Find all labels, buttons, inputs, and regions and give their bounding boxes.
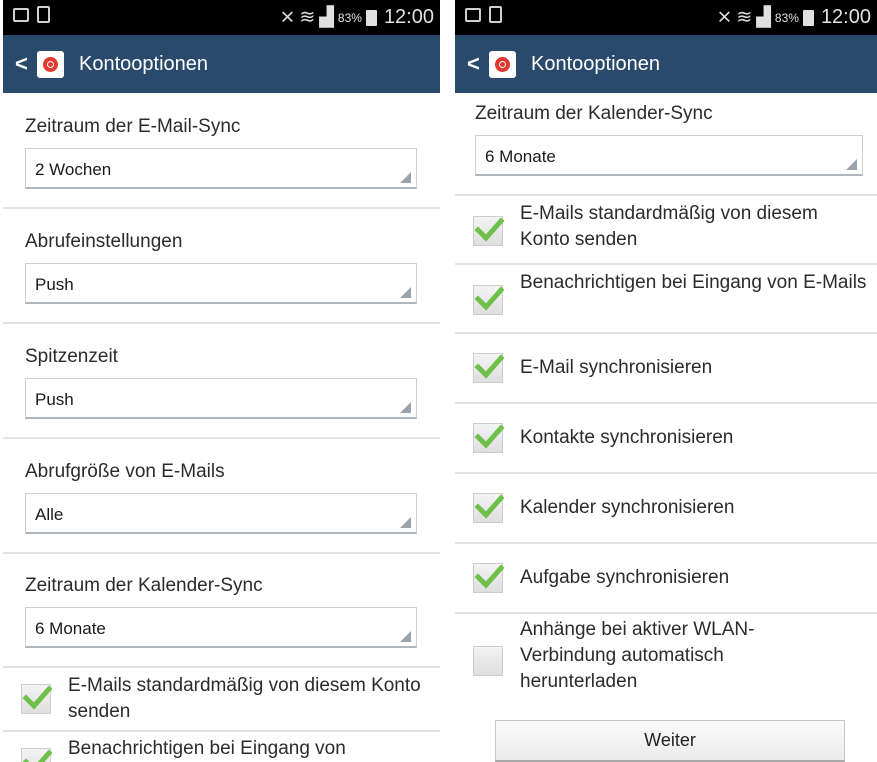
action-bar: < Kontooptionen xyxy=(455,35,877,93)
battery-icon xyxy=(365,9,377,26)
checkbox-label: Anhänge bei aktiver WLAN-Verbindung auto… xyxy=(520,619,755,692)
checkbox-label: Benachrichtigen bei Eingang von xyxy=(68,738,346,759)
fetch-settings-label: Abrufeinstellungen xyxy=(25,231,183,252)
check-icon xyxy=(474,217,504,242)
checkbox[interactable] xyxy=(21,684,52,714)
wifi-icon: ≋ xyxy=(299,7,316,28)
checkbox-row-notify[interactable]: Benachrichtigen bei Eingang von xyxy=(3,732,440,762)
checkbox-row-send-default[interactable]: E-Mails standardmäßig von diesem Konto s… xyxy=(3,668,440,730)
picture-icon xyxy=(465,8,481,22)
status-icons: ⨯ ≋ ▟ 83% 12:00 xyxy=(279,6,434,29)
checkbox-label: E-Mails standardmäßig von diesem Konto s… xyxy=(520,203,818,250)
calendar-sync-period-label: Zeitraum der Kalender-Sync xyxy=(25,575,263,596)
spinner-value: Alle xyxy=(35,505,64,524)
mute-icon: ⨯ xyxy=(716,7,733,28)
checkbox[interactable] xyxy=(21,748,52,762)
email-sync-period-spinner[interactable]: 2 Wochen xyxy=(25,148,417,189)
check-icon xyxy=(474,354,504,379)
checkbox-unchecked[interactable] xyxy=(473,646,503,676)
action-bar: < Kontooptionen xyxy=(3,35,440,93)
spinner-value: 6 Monate xyxy=(35,619,106,638)
notification-icons xyxy=(465,6,502,23)
signal-icon: ▟ xyxy=(756,7,771,28)
checkbox-row-sync-tasks[interactable]: Aufgabe synchronisieren xyxy=(455,544,877,612)
check-icon xyxy=(474,286,504,311)
status-icons: ⨯ ≋ ▟ 83% 12:00 xyxy=(716,6,871,29)
back-icon[interactable]: < xyxy=(467,51,483,77)
checkbox-row-notify[interactable]: Benachrichtigen bei Eingang von E-Mails xyxy=(455,265,877,332)
divider xyxy=(3,207,440,209)
clock: 12:00 xyxy=(820,6,871,28)
checkbox[interactable] xyxy=(473,493,504,523)
check-icon xyxy=(474,564,504,589)
divider xyxy=(3,322,440,324)
picture-icon xyxy=(13,8,29,22)
check-icon xyxy=(22,685,52,710)
email-fetch-size-spinner[interactable]: Alle xyxy=(25,493,417,534)
back-icon[interactable]: < xyxy=(15,51,31,77)
checkbox[interactable] xyxy=(473,423,504,453)
peak-time-spinner[interactable]: Push xyxy=(25,378,417,419)
document-icon xyxy=(37,6,50,23)
checkbox-label: Benachrichtigen bei Eingang von E-Mails xyxy=(520,272,867,293)
calendar-sync-period-label: Zeitraum der Kalender-Sync xyxy=(475,103,713,124)
phone-screen-left: ⨯ ≋ ▟ 83% 12:00 < Kontooptionen Zeitraum… xyxy=(3,0,440,762)
checkbox-label: Kalender synchronisieren xyxy=(520,497,735,518)
screenshot: ⨯ ≋ ▟ 83% 12:00 < Kontooptionen Zeitraum… xyxy=(0,0,877,762)
spinner-arrow-icon xyxy=(400,172,411,183)
spinner-arrow-icon xyxy=(400,402,411,413)
spinner-arrow-icon xyxy=(400,631,411,642)
phone-screen-right: ⨯ ≋ ▟ 83% 12:00 < Kontooptionen Zeitraum… xyxy=(455,0,877,762)
email-app-icon[interactable] xyxy=(489,50,516,78)
spinner-arrow-icon xyxy=(846,159,857,170)
spinner-arrow-icon xyxy=(400,287,411,298)
checkbox[interactable] xyxy=(473,563,504,593)
screen-title: Kontooptionen xyxy=(531,52,661,75)
calendar-sync-period-spinner[interactable]: 6 Monate xyxy=(475,135,863,176)
peak-time-label: Spitzenzeit xyxy=(25,346,118,367)
spinner-arrow-icon xyxy=(400,517,411,528)
check-icon xyxy=(22,749,52,762)
checkbox[interactable] xyxy=(473,285,504,315)
check-icon xyxy=(474,424,504,449)
wifi-icon: ≋ xyxy=(736,7,753,28)
checkbox-row-send-default[interactable]: E-Mails standardmäßig von diesem Konto s… xyxy=(455,196,877,263)
signal-icon: ▟ xyxy=(319,7,334,28)
divider xyxy=(3,552,440,554)
checkbox-label: E-Mails standardmäßig von diesem Konto s… xyxy=(68,675,421,722)
email-app-icon[interactable] xyxy=(37,50,64,78)
weiter-button[interactable]: Weiter xyxy=(495,720,845,762)
status-bar: ⨯ ≋ ▟ 83% 12:00 xyxy=(455,0,877,35)
battery-percent: 83% xyxy=(774,10,799,25)
email-sync-period-label: Zeitraum der E-Mail-Sync xyxy=(25,116,241,137)
screen-title: Kontooptionen xyxy=(79,52,209,75)
checkbox[interactable] xyxy=(473,353,504,383)
notification-icons xyxy=(13,6,50,23)
spinner-value: 2 Wochen xyxy=(35,160,112,179)
divider xyxy=(3,437,440,439)
settings-list: Zeitraum der E-Mail-Sync 2 Wochen Abrufe… xyxy=(3,93,440,762)
spinner-value: Push xyxy=(35,390,74,409)
checkbox-label: Aufgabe synchronisieren xyxy=(520,567,730,588)
clock: 12:00 xyxy=(383,6,434,28)
battery-icon xyxy=(802,9,814,26)
spinner-value: 6 Monate xyxy=(485,147,556,166)
settings-list: Zeitraum der Kalender-Sync 6 Monate E-Ma… xyxy=(455,93,877,762)
email-fetch-size-label: Abrufgröße von E-Mails xyxy=(25,461,225,482)
checkbox-row-auto-download-attachments[interactable]: Anhänge bei aktiver WLAN-Verbindung auto… xyxy=(455,614,877,706)
battery-percent: 83% xyxy=(337,10,362,25)
status-bar: ⨯ ≋ ▟ 83% 12:00 xyxy=(3,0,440,35)
checkbox-label: Kontakte synchronisieren xyxy=(520,427,734,448)
document-icon xyxy=(489,6,502,23)
spinner-value: Push xyxy=(35,275,74,294)
check-icon xyxy=(474,494,504,519)
checkbox-row-sync-email[interactable]: E-Mail synchronisieren xyxy=(455,334,877,402)
checkbox[interactable] xyxy=(473,216,504,246)
checkbox-row-sync-calendar[interactable]: Kalender synchronisieren xyxy=(455,474,877,542)
calendar-sync-period-spinner[interactable]: 6 Monate xyxy=(25,607,417,648)
checkbox-label: E-Mail synchronisieren xyxy=(520,357,713,378)
mute-icon: ⨯ xyxy=(279,7,296,28)
checkbox-row-sync-contacts[interactable]: Kontakte synchronisieren xyxy=(455,404,877,472)
fetch-settings-spinner[interactable]: Push xyxy=(25,263,417,304)
